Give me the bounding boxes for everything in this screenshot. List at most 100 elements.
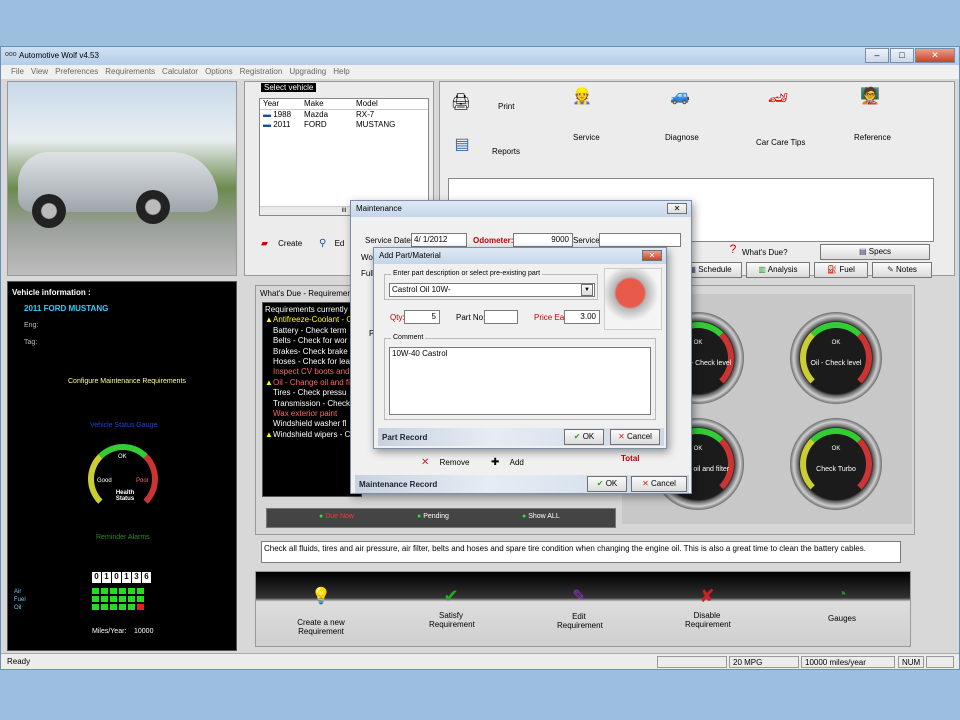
maintenance-cancel-button[interactable]: ✕ Cancel xyxy=(631,476,687,492)
vehicle-row[interactable]: ▬ 2011 FORD MUSTANG xyxy=(260,120,428,130)
requirement-item[interactable]: Transmission - Check xyxy=(265,399,359,409)
car-care-tips-button[interactable]: Car Care Tips xyxy=(756,138,805,147)
warning-flag-icon: ▲ xyxy=(265,377,273,387)
close-button[interactable]: ✕ xyxy=(915,48,955,63)
diagnose-car-icon: 🚙 xyxy=(670,88,690,105)
satisfy-requirement-button[interactable]: ✔ Satisfy Requirement xyxy=(416,586,486,629)
engine-part-image xyxy=(604,268,662,330)
whats-due-button[interactable]: What's Due? xyxy=(742,248,788,257)
requirements-items: ▲Antifreeze-Coolant - C Battery - Check t… xyxy=(265,315,359,440)
requirement-item[interactable]: Battery - Check term xyxy=(265,326,359,336)
edit-pencil-icon: ✎ xyxy=(572,588,586,605)
alarm-air-label: Air xyxy=(14,589,22,595)
alarm-fuel-label: Fuel xyxy=(14,597,26,603)
car-icon: ▬ xyxy=(263,120,271,129)
menu-view[interactable]: View xyxy=(31,65,48,79)
add-part-cancel-button[interactable]: ✕ Cancel xyxy=(610,429,660,445)
requirement-item[interactable]: ▲Antifreeze-Coolant - C xyxy=(265,315,359,325)
edit-requirement-button[interactable]: ✎ Edit Requirement xyxy=(544,586,614,630)
col-year[interactable]: Year xyxy=(260,99,304,109)
service-date-field[interactable]: 4/ 1/2012 xyxy=(411,233,467,247)
notes-icon: ✎ xyxy=(887,265,894,274)
notes-tab[interactable]: ✎ Notes xyxy=(872,262,932,278)
red-x-icon: ✕ xyxy=(618,432,625,441)
add-part-ok-button[interactable]: ✔ OK xyxy=(564,429,604,445)
gauges-button[interactable]: ◔ Gauges xyxy=(812,586,872,623)
maintenance-footer: Maintenance Record ✔ OK ✕ Cancel xyxy=(355,475,689,493)
reference-button[interactable]: Reference xyxy=(854,133,891,142)
comment-textarea[interactable]: 10W-40 Castrol xyxy=(389,347,651,415)
col-make[interactable]: Make xyxy=(304,99,356,109)
menu-calculator[interactable]: Calculator xyxy=(162,65,198,79)
menu-registration[interactable]: Registration xyxy=(240,65,283,79)
odometer-label: Odometer: xyxy=(473,236,514,245)
status-mpg: 20 MPG xyxy=(729,656,799,668)
requirement-item[interactable]: Inspect CV boots and xyxy=(265,367,359,377)
add-button[interactable]: ✚ Add xyxy=(491,457,524,468)
filter-show-all[interactable]: ● Show ALL xyxy=(522,513,560,520)
requirement-item[interactable]: ▲Oil - Change oil and fi xyxy=(265,378,359,388)
vehicle-row[interactable]: ▬ 1988 Mazda RX-7 xyxy=(260,110,428,120)
status-miles: 10000 miles/year xyxy=(801,656,895,668)
analysis-tab[interactable]: ▥ Analysis xyxy=(746,262,810,278)
qty-label: Qty: xyxy=(390,313,405,322)
add-part-title: Add Part/Material xyxy=(374,248,666,264)
menu-options[interactable]: Options xyxy=(205,65,233,79)
filter-bar: ● Due Now ● Pending ● Show ALL xyxy=(266,508,616,528)
specs-tab[interactable]: ▤ Specs xyxy=(820,244,930,260)
filter-pending[interactable]: ● Pending xyxy=(417,513,449,520)
maintenance-ok-button[interactable]: ✔ OK xyxy=(587,476,627,492)
requirement-item[interactable]: Hoses - Check for lea xyxy=(265,357,359,367)
comment-group: Comment 10W-40 Castrol xyxy=(384,334,656,420)
minimize-button[interactable]: – xyxy=(865,48,889,63)
maintenance-close-button[interactable]: ✕ xyxy=(667,203,687,214)
price-field[interactable]: 3.00 xyxy=(564,310,600,324)
add-part-close-button[interactable]: ✕ xyxy=(642,250,662,261)
magnifier-icon: ⚲ xyxy=(319,238,327,249)
requirement-item[interactable]: Belts - Check for wor xyxy=(265,336,359,346)
requirement-item[interactable]: ▲Windshield wipers - C xyxy=(265,430,359,440)
gauge-poor-label: Poor xyxy=(136,478,149,484)
fuel-tab[interactable]: ⛽ Fuel xyxy=(814,262,868,278)
menu-file[interactable]: File xyxy=(11,65,24,79)
menu-preferences[interactable]: Preferences xyxy=(55,65,98,79)
maximize-button[interactable]: □ xyxy=(890,48,914,63)
vehicle-status-gauge-label: Vehicle Status Gauge xyxy=(90,422,158,429)
print-button[interactable]: Print xyxy=(498,102,514,111)
disable-requirement-button[interactable]: ✘ Disable Requirement xyxy=(672,586,742,629)
vehicle-info-panel: Vehicle information : 2011 FORD MUSTANG … xyxy=(7,281,237,651)
configure-requirements-link[interactable]: Configure Maintenance Requirements xyxy=(68,378,186,385)
menu-requirements[interactable]: Requirements xyxy=(105,65,155,79)
requirement-item[interactable]: Brakes- Check brake xyxy=(265,347,359,357)
create-vehicle-button[interactable]: ▰ Create xyxy=(261,238,311,252)
status-bar: Ready 20 MPG 10000 miles/year NUM xyxy=(1,653,959,669)
gauge-oil-level: OK Oil - Check level xyxy=(790,312,882,404)
menu-upgrading[interactable]: Upgrading xyxy=(289,65,326,79)
requirement-description: Check all fluids, tires and air pressure… xyxy=(261,541,901,563)
serviced-by-select[interactable] xyxy=(599,233,681,247)
checkmark-icon: ✔ xyxy=(573,432,581,441)
maintenance-title: Maintenance xyxy=(351,201,691,217)
reports-button[interactable]: Reports xyxy=(492,147,520,156)
requirement-item[interactable]: Wax exterior paint xyxy=(265,409,359,419)
requirement-item[interactable]: Tires - Check pressu xyxy=(265,388,359,398)
diagnose-button[interactable]: Diagnose xyxy=(665,133,699,142)
remove-button[interactable]: ✕ Remove xyxy=(421,457,469,468)
col-model[interactable]: Model xyxy=(356,99,378,109)
comment-legend: Comment xyxy=(391,334,426,341)
part-description-dropdown[interactable]: ▼ xyxy=(581,284,593,296)
add-part-footer: Part Record ✔ OK ✕ Cancel xyxy=(378,428,664,446)
part-description-combo[interactable]: Castrol Oil 10W- xyxy=(389,283,595,297)
service-button[interactable]: Service xyxy=(573,133,600,142)
create-requirement-button[interactable]: 💡 Create a new Requirement xyxy=(276,586,366,636)
part-no-field[interactable] xyxy=(484,310,518,324)
requirement-item[interactable]: Windshield washer fl xyxy=(265,419,359,429)
odometer-field[interactable]: 9000 xyxy=(513,233,573,247)
vehicle-info-header: Vehicle information : xyxy=(12,288,91,297)
miles-year-value: 10000 xyxy=(134,628,154,635)
qty-field[interactable]: 5 xyxy=(404,310,440,324)
filter-due-now[interactable]: ● Due Now xyxy=(319,513,354,520)
plus-icon: ✚ xyxy=(491,457,500,468)
menu-help[interactable]: Help xyxy=(333,65,349,79)
status-empty xyxy=(926,656,954,668)
